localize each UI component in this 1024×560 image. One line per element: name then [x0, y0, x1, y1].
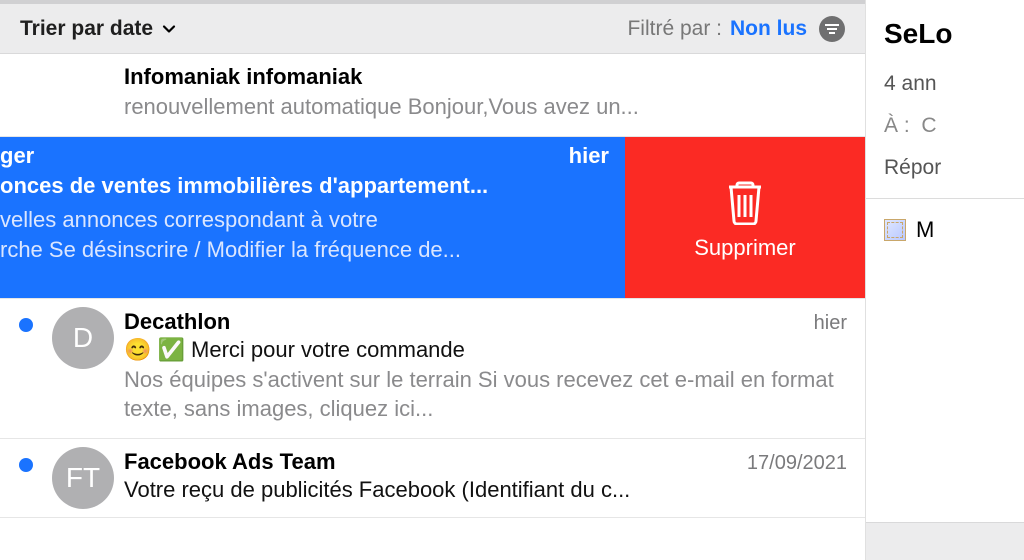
delete-button[interactable]: Supprimer: [625, 137, 865, 298]
preview-bottom-bar: [866, 522, 1024, 560]
preview: Nos équipes s'activent sur le terrain Si…: [124, 365, 847, 424]
sender: ger: [0, 143, 569, 169]
subject: 😊 ✅ Merci pour votre commande: [124, 337, 847, 363]
avatar: D: [52, 307, 114, 369]
delete-label: Supprimer: [694, 235, 795, 261]
message-row[interactable]: FT Facebook Ads Team 17/09/2021 Votre re…: [0, 439, 865, 518]
preview: renouvellement automatique Bonjour,Vous …: [124, 92, 847, 122]
preview-time: 4 ann: [884, 72, 1024, 96]
sort-button[interactable]: Trier par date: [20, 17, 177, 41]
avatar: FT: [52, 447, 114, 509]
message-row[interactable]: Infomaniak infomaniak renouvellement aut…: [0, 54, 865, 137]
chevron-down-icon: [161, 21, 177, 37]
date: hier: [814, 312, 847, 335]
message-list: Infomaniak infomaniak renouvellement aut…: [0, 54, 865, 518]
attachment-row[interactable]: M: [884, 217, 1024, 243]
subject: onces de ventes immobilières d'apparteme…: [0, 173, 625, 199]
sort-label: Trier par date: [20, 17, 153, 41]
filter-icon[interactable]: [819, 16, 845, 42]
reply-to-label: Répor: [884, 156, 1024, 180]
divider: [866, 198, 1024, 199]
date: 17/09/2021: [747, 452, 847, 475]
message-row-swiped[interactable]: ger hier onces de ventes immobilières d'…: [0, 137, 865, 299]
unread-dot-icon: [19, 318, 33, 332]
preview-pane: SeLo 4 ann À : C Répor M: [865, 0, 1024, 560]
sender: Facebook Ads Team: [124, 449, 747, 475]
attachment-label: M: [916, 217, 934, 243]
preview: velles annonces correspondant à votre rc…: [0, 205, 625, 267]
subject: Votre reçu de publicités Facebook (Ident…: [124, 477, 847, 503]
sender: Decathlon: [124, 309, 814, 335]
filter-label: Filtré par :: [627, 17, 722, 41]
trash-icon: [721, 173, 769, 225]
preview-sender: SeLo: [884, 18, 1024, 50]
message-row[interactable]: D Decathlon hier 😊 ✅ Merci pour votre co…: [0, 299, 865, 439]
sender: Infomaniak infomaniak: [124, 64, 847, 90]
filter-value-button[interactable]: Non lus: [730, 17, 807, 41]
preview-to: À : C: [884, 114, 1024, 138]
mailbox-toolbar: Trier par date Filtré par : Non lus: [0, 0, 865, 54]
unread-dot-icon: [19, 458, 33, 472]
date: hier: [569, 143, 625, 169]
mail-stamp-icon: [884, 219, 906, 241]
